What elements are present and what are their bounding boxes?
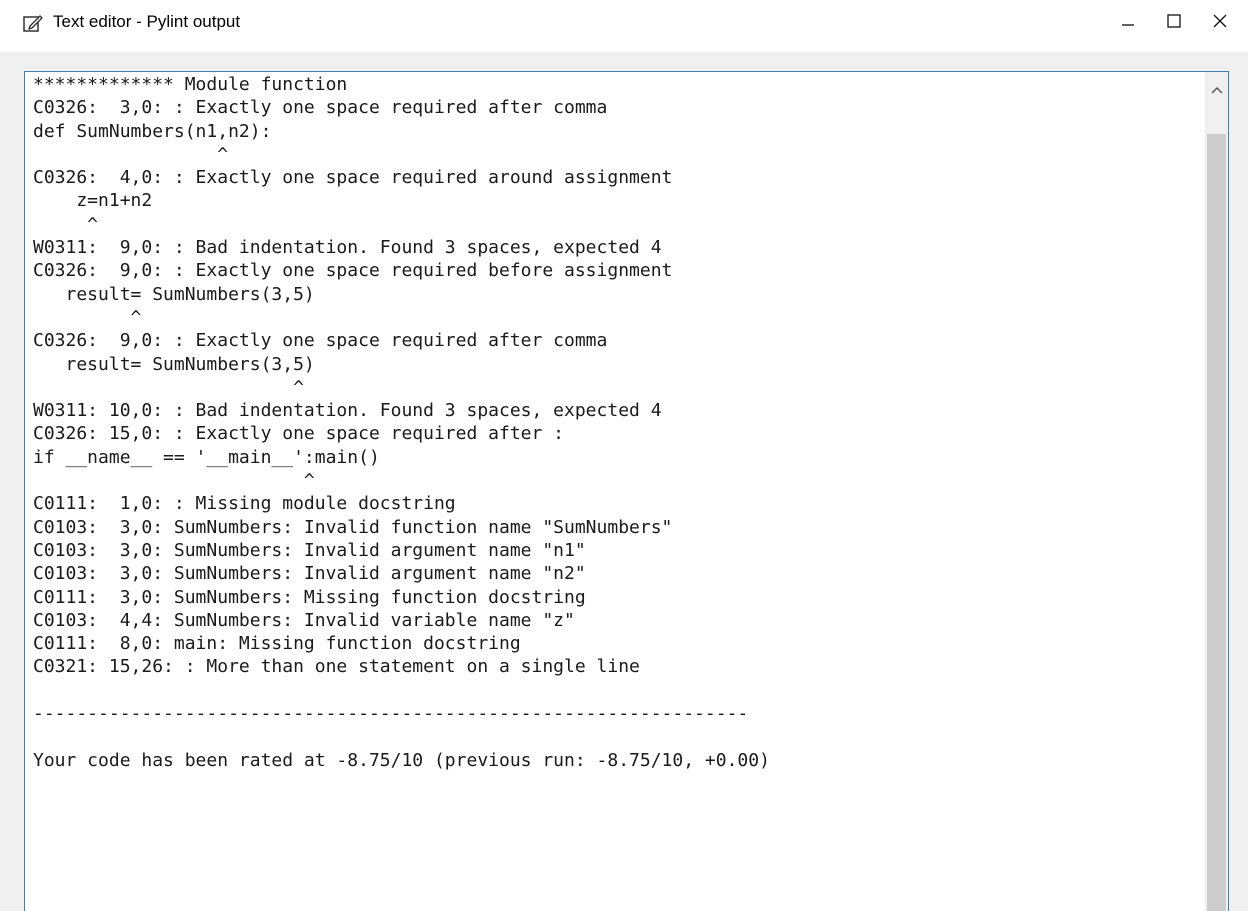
output-line: C0321: 15,26: : More than one statement … <box>33 656 640 678</box>
output-line: z=n1+n2 <box>33 190 153 212</box>
close-icon <box>1212 13 1228 34</box>
maximize-button[interactable] <box>1151 0 1197 46</box>
editor-panel[interactable]: ************* Module function C0326: 3,0… <box>24 71 1229 911</box>
output-line: C0103: 3,0: SumNumbers: Invalid function… <box>33 516 673 538</box>
output-line: C0111: 3,0: SumNumbers: Missing function… <box>33 586 586 608</box>
output-line: C0326: 3,0: : Exactly one space required… <box>33 97 608 119</box>
output-line: ^ <box>33 470 315 492</box>
minimize-button[interactable] <box>1105 0 1151 46</box>
output-line: result= SumNumbers(3,5) <box>33 353 315 375</box>
window-title: Text editor - Pylint output <box>53 12 241 31</box>
output-line: ^ <box>33 213 99 235</box>
output-line: C0326: 15,0: : Exactly one space require… <box>33 423 565 445</box>
output-line: ^ <box>33 306 142 328</box>
scroll-up-button[interactable] <box>1205 72 1228 107</box>
output-line: C0326: 4,0: : Exactly one space required… <box>33 167 673 189</box>
scrollbar-thumb[interactable] <box>1207 134 1226 911</box>
output-line: ^ <box>33 376 304 398</box>
output-line: ^ <box>33 143 229 165</box>
output-line: C0103: 3,0: SumNumbers: Invalid argument… <box>33 539 586 561</box>
pylint-output-text[interactable]: ************* Module function C0326: 3,0… <box>25 72 1206 911</box>
output-line: C0326: 9,0: : Exactly one space required… <box>33 260 673 282</box>
edit-icon <box>22 13 44 35</box>
close-button[interactable] <box>1197 0 1243 46</box>
output-line: C0326: 9,0: : Exactly one space required… <box>33 330 608 352</box>
output-line: result= SumNumbers(3,5) <box>33 283 315 305</box>
output-line: Your code has been rated at -8.75/10 (pr… <box>33 749 770 771</box>
chevron-up-icon <box>1210 81 1223 99</box>
output-line: C0103: 4,4: SumNumbers: Invalid variable… <box>33 609 575 631</box>
output-line: C0111: 8,0: main: Missing function docst… <box>33 633 521 655</box>
title-bar[interactable]: Text editor - Pylint output <box>0 0 1248 52</box>
minimize-icon <box>1120 13 1136 34</box>
output-line: W0311: 9,0: : Bad indentation. Found 3 s… <box>33 237 662 259</box>
output-line: C0103: 3,0: SumNumbers: Invalid argument… <box>33 563 586 585</box>
output-line: ************* Module function <box>33 74 348 95</box>
output-line: def SumNumbers(n1,n2): <box>33 120 272 142</box>
output-line: if __name__ == '__main__':main() <box>33 446 380 468</box>
text-editor-window: Text editor - Pylint output ************… <box>0 0 1248 911</box>
output-line: ----------------------------------------… <box>33 703 749 725</box>
vertical-scrollbar[interactable] <box>1205 72 1228 911</box>
output-line: W0311: 10,0: : Bad indentation. Found 3 … <box>33 400 662 422</box>
output-line: C0111: 1,0: : Missing module docstring <box>33 493 456 515</box>
maximize-icon <box>1166 13 1182 34</box>
